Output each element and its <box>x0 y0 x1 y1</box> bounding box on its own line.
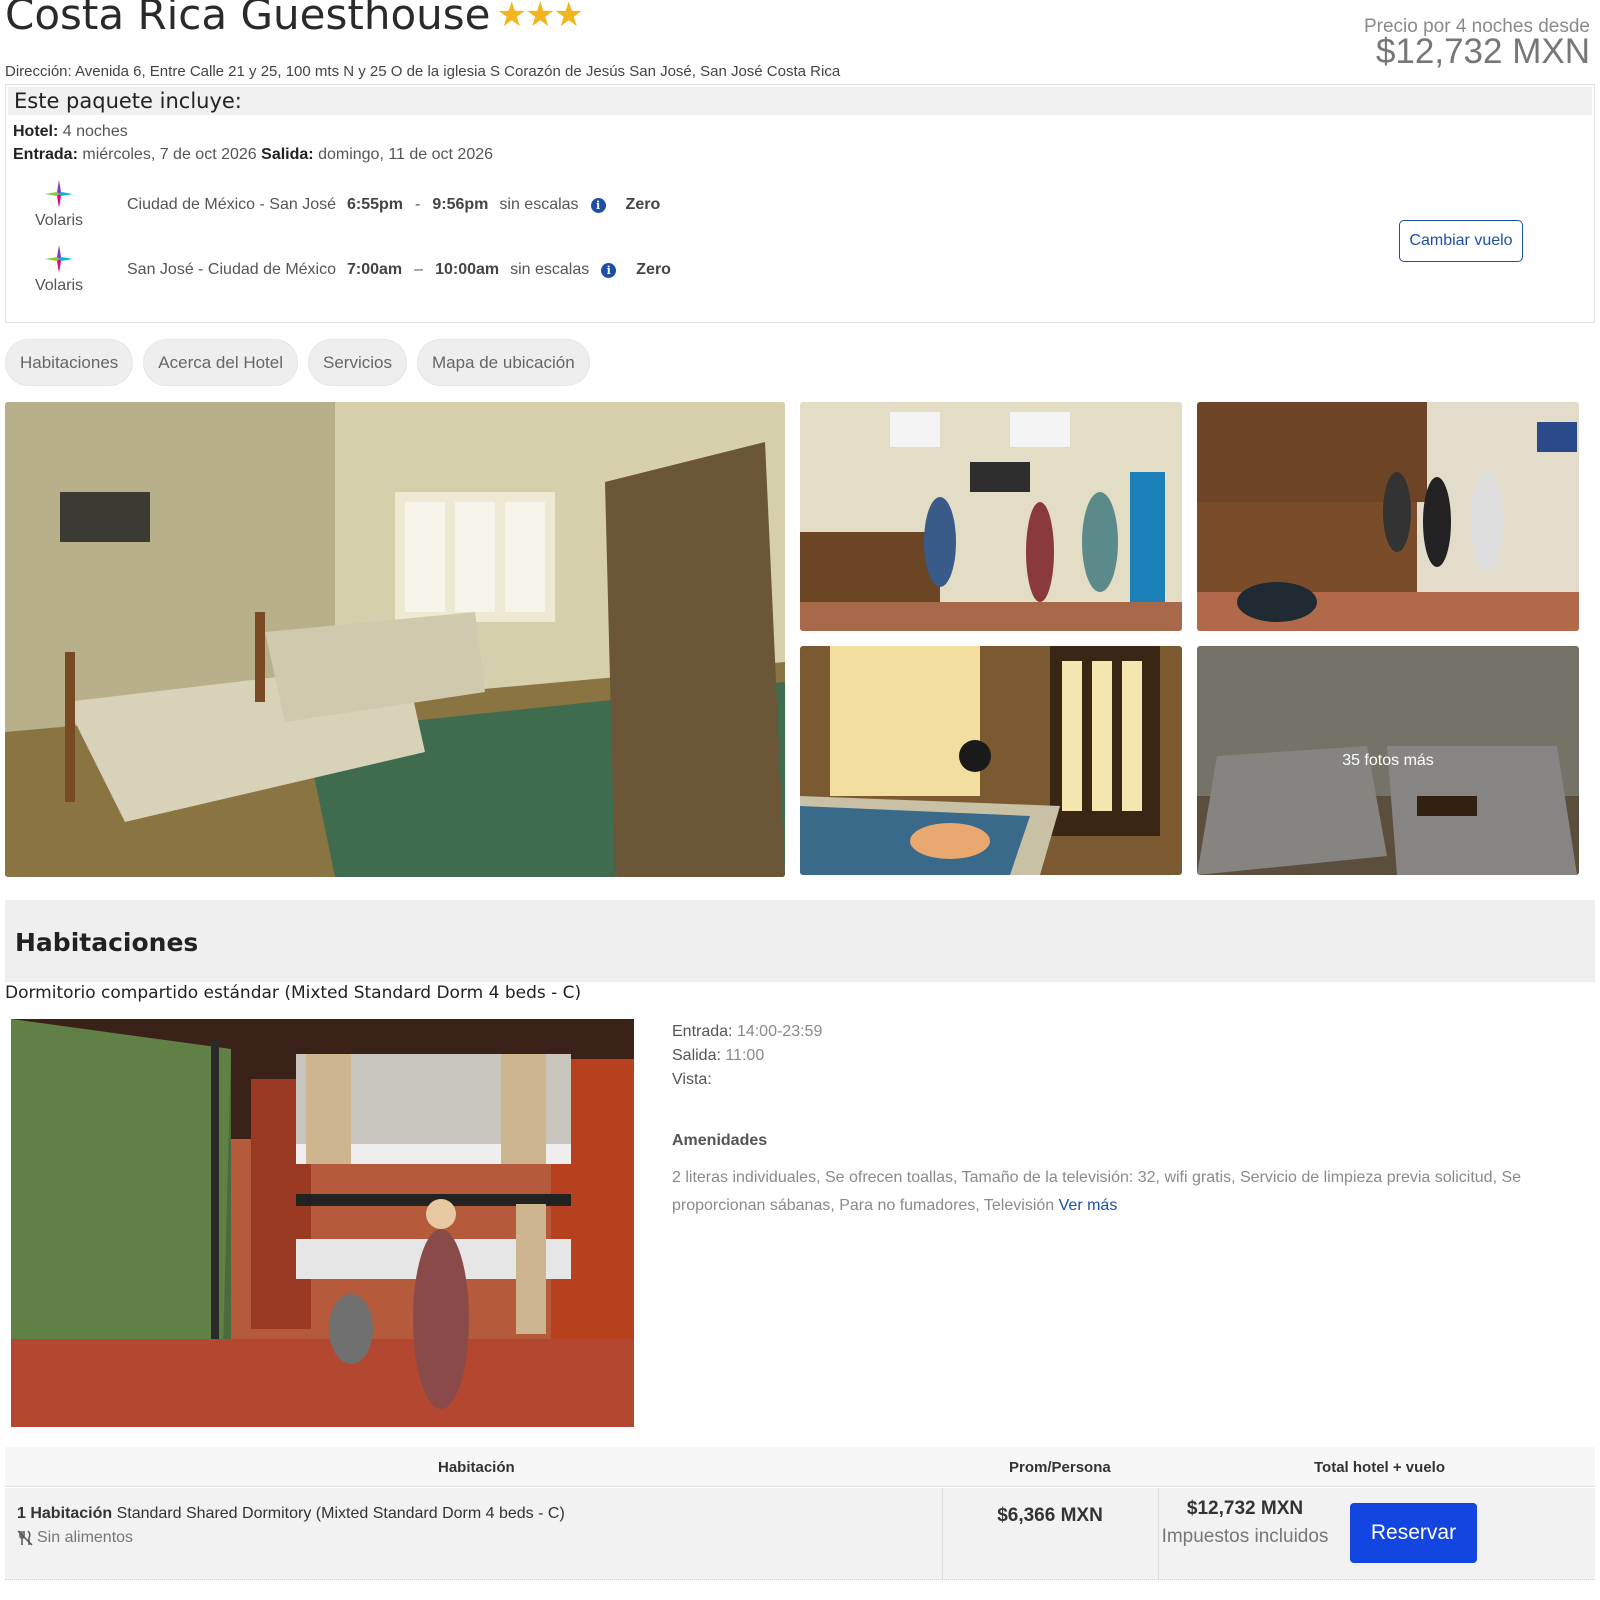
hotel-nights-line: Hotel: 4 noches <box>13 123 128 141</box>
volaris-logo-icon <box>45 180 73 208</box>
info-icon[interactable]: i <box>590 197 606 213</box>
gallery-more-photos[interactable]: 35 fotos más <box>1197 646 1579 875</box>
col-header-avg: Prom/Persona <box>1009 1459 1111 1476</box>
star-rating: ★★★ <box>496 0 584 35</box>
flight-route: Ciudad de México - San José 6:55pm - 9:5… <box>127 196 660 214</box>
room-view-label: Vista: <box>672 1071 712 1088</box>
checkin-label: Entrada: <box>13 146 78 163</box>
arrive-time: 9:56pm <box>432 196 489 213</box>
depart-time: 6:55pm <box>347 196 404 213</box>
time-separator: - <box>415 196 421 213</box>
room-type: Standard Shared Dormitory (Mixted Standa… <box>116 1505 565 1522</box>
route-cities: Ciudad de México - San José <box>127 196 336 213</box>
rooms-section-header: Habitaciones <box>5 900 1595 982</box>
room-checkout-value: 11:00 <box>725 1047 765 1064</box>
gallery-photo-room-2[interactable] <box>800 646 1182 875</box>
table-row: 1 Habitación Standard Shared Dormitory (… <box>5 1488 1595 1580</box>
change-flight-button[interactable]: Cambiar vuelo <box>1399 220 1523 262</box>
hotel-header: Costa Rica Guesthouse ★★★ Dirección: Ave… <box>5 0 1595 84</box>
tab-mapa[interactable]: Mapa de ubicación <box>416 339 590 386</box>
airline-outbound: Volaris <box>24 178 94 230</box>
meal-plan: Sin alimentos <box>17 1529 133 1547</box>
route-cities: San José - Ciudad de México <box>127 261 336 278</box>
column-divider <box>942 1488 943 1580</box>
rate-table: Habitación Prom/Persona Total hotel + vu… <box>5 1447 1595 1600</box>
info-icon[interactable]: i <box>601 262 617 278</box>
stops-label: sin escalas <box>499 196 579 213</box>
avg-price: $6,366 MXN <box>997 1505 1103 1526</box>
amenities-title: Amenidades <box>672 1132 768 1149</box>
hotel-name: Costa Rica Guesthouse <box>5 0 491 39</box>
reserve-button[interactable]: Reservar <box>1350 1503 1477 1563</box>
dates-line: Entrada: miércoles, 7 de oct 2026 Salida… <box>13 146 493 164</box>
price-value: $12,732 MXN <box>1375 32 1590 71</box>
fare-type: Zero <box>636 261 671 278</box>
arrive-time: 10:00am <box>435 261 500 278</box>
airline-name: Volaris <box>34 277 84 294</box>
room-photo[interactable] <box>11 1019 634 1427</box>
package-title: Este paquete incluye: <box>8 87 1592 115</box>
room-checkin: Entrada: 14:00-23:59 <box>672 1020 1552 1044</box>
gallery-main-photo[interactable] <box>5 402 785 877</box>
package-box: Este paquete incluye: Hotel: 4 noches En… <box>5 84 1595 323</box>
room-checkin-value: 14:00-23:59 <box>736 1023 823 1040</box>
see-more-link[interactable]: Ver más <box>1059 1197 1118 1214</box>
column-divider <box>1158 1488 1159 1580</box>
room-name: Dormitorio compartido estándar (Mixted S… <box>5 983 582 1003</box>
total-price: $12,732 MXN <box>1186 1498 1304 1519</box>
hotel-address: Dirección: Avenida 6, Entre Calle 21 y 2… <box>5 63 841 80</box>
gallery-photo-reception-2[interactable] <box>1197 402 1579 631</box>
volaris-logo-icon <box>45 245 73 273</box>
tab-servicios[interactable]: Servicios <box>308 339 407 386</box>
flight-return: Volaris San José - Ciudad de México 7:00… <box>6 243 1594 303</box>
tab-acerca-del-hotel[interactable]: Acerca del Hotel <box>143 339 299 386</box>
hotel-title: Costa Rica Guesthouse ★★★ <box>5 0 584 39</box>
col-header-room: Habitación <box>438 1459 515 1476</box>
time-separator: – <box>414 261 424 278</box>
tab-habitaciones[interactable]: Habitaciones <box>5 339 134 386</box>
room-info: Entrada: 14:00-23:59 Salida: 11:00 Vista… <box>672 1020 1552 1220</box>
gallery-photo-reception-1[interactable] <box>800 402 1182 631</box>
fare-type: Zero <box>625 196 661 213</box>
rate-table-header: Habitación Prom/Persona Total hotel + vu… <box>5 1447 1595 1487</box>
no-food-icon <box>17 1530 33 1546</box>
flight-route: San José - Ciudad de México 7:00am – 10:… <box>127 261 671 279</box>
airline-return: Volaris <box>24 243 94 295</box>
amenities-text: 2 literas individuales, Se ofrecen toall… <box>672 1164 1552 1220</box>
checkin-date: miércoles, 7 de oct 2026 <box>82 146 257 163</box>
stops-label: sin escalas <box>510 261 590 278</box>
hotel-label: Hotel: <box>13 123 59 140</box>
room-checkout-label: Salida: <box>672 1047 721 1064</box>
photo-gallery: 35 fotos más <box>5 402 1585 877</box>
depart-time: 7:00am <box>347 261 403 278</box>
room-checkout: Salida: 11:00 <box>672 1044 1552 1068</box>
total-price-box: $12,732 MXN Impuestos incluidos <box>1160 1498 1330 1548</box>
rate-room-desc: 1 Habitación Standard Shared Dormitory (… <box>17 1505 565 1523</box>
checkout-date: domingo, 11 de oct 2026 <box>318 146 494 163</box>
col-header-total: Total hotel + vuelo <box>1314 1459 1445 1476</box>
rooms-heading: Habitaciones <box>15 928 199 957</box>
room-count: 1 Habitación <box>17 1505 113 1522</box>
tax-note: Impuestos incluidos <box>1161 1526 1329 1547</box>
more-photos-label: 35 fotos más <box>1197 646 1579 875</box>
section-tabs: Habitaciones Acerca del Hotel Servicios … <box>5 339 600 386</box>
flight-outbound: Volaris Ciudad de México - San José 6:55… <box>6 178 1594 238</box>
room-view: Vista: <box>672 1068 1552 1092</box>
meal-label: Sin alimentos <box>37 1529 134 1546</box>
hotel-nights: 4 noches <box>62 123 128 140</box>
airline-name: Volaris <box>34 212 84 229</box>
room-checkin-label: Entrada: <box>672 1023 733 1040</box>
checkout-label: Salida: <box>261 146 314 163</box>
price-summary: Precio por 4 noches desde $12,732 MXN <box>1364 16 1590 69</box>
